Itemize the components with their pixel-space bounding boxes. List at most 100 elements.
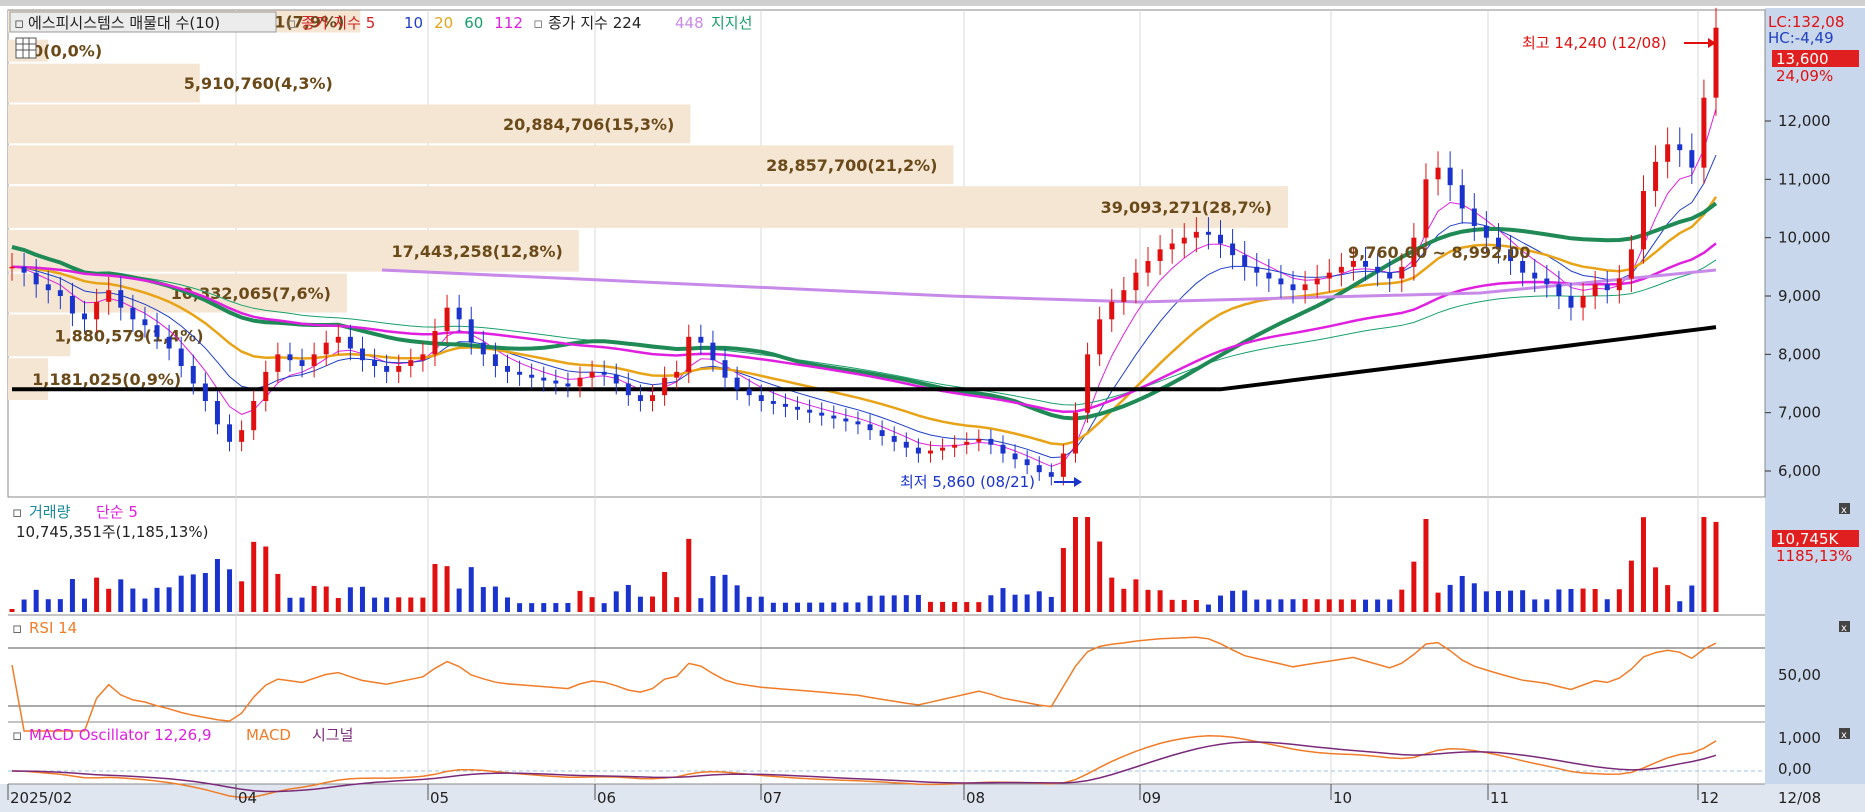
volume-bar <box>1302 599 1308 612</box>
volume-bar <box>686 538 692 612</box>
candle-body <box>480 342 486 355</box>
candle-body <box>1205 231 1211 235</box>
volume-bar <box>1109 577 1115 612</box>
volume-bar <box>1121 588 1127 612</box>
candle-body <box>311 354 317 366</box>
ma2-label[interactable]: 종가 지수 224 <box>548 14 641 32</box>
volume-bar <box>758 596 764 612</box>
volume-profile-label: 28,857,700(21,2%) <box>766 156 937 175</box>
volume-bar <box>1423 519 1429 612</box>
candle-body <box>359 348 365 361</box>
candle-body <box>843 418 849 422</box>
candle-body <box>686 336 692 372</box>
candle-body <box>1218 234 1224 244</box>
volume-bar <box>492 586 498 612</box>
volume-bar <box>45 599 51 612</box>
volume-bar <box>504 597 510 612</box>
candle-body <box>1266 272 1272 279</box>
candle-body <box>154 325 160 337</box>
candle-body <box>1145 261 1151 273</box>
macd-tick-1: 1,000 <box>1778 729 1821 747</box>
volume-bar <box>1435 592 1441 612</box>
candle-body <box>855 421 861 425</box>
volume-bar <box>384 597 390 612</box>
candle-body <box>589 371 595 378</box>
volume-profile-bar <box>8 63 200 103</box>
candle-body <box>1157 249 1163 261</box>
ma-period-0: 10 <box>404 14 423 32</box>
volume-bar <box>1350 599 1356 612</box>
volume-profile-label: 39,093,271(28,7%) <box>1101 198 1272 217</box>
volume-bar <box>1447 584 1453 612</box>
volume-bar <box>795 602 801 612</box>
volume-bar <box>1653 567 1659 612</box>
candle-body <box>1544 278 1550 285</box>
volume-bar <box>1665 585 1671 612</box>
volume-bar <box>396 597 402 612</box>
volume-bar <box>1399 589 1405 612</box>
volume-bar <box>1363 599 1369 612</box>
volume-profile-label: 5,910,760(4,3%) <box>184 74 333 93</box>
volume-bar <box>372 597 378 612</box>
volume-bar <box>589 597 595 612</box>
candle-body <box>976 438 982 442</box>
candle-body <box>541 377 547 381</box>
volume-bar <box>21 599 27 612</box>
volume-title: 거래량 <box>29 503 71 521</box>
candle-body <box>1520 261 1526 273</box>
volume-bar <box>1568 589 1574 612</box>
candle-body <box>867 424 873 431</box>
candle-body <box>734 377 740 390</box>
volume-bar <box>1556 589 1562 612</box>
volume-bar <box>553 603 559 612</box>
candle-body <box>420 354 426 361</box>
volume-bar <box>311 585 317 612</box>
grid-icon[interactable] <box>15 37 37 59</box>
candle-body <box>662 377 668 396</box>
candle-body <box>1556 284 1562 296</box>
candle-body <box>722 360 728 378</box>
volume-bar <box>650 596 656 612</box>
candle-body <box>710 342 716 361</box>
candle-body <box>637 395 643 401</box>
volume-bar <box>1616 589 1622 612</box>
candle-body <box>1278 278 1284 285</box>
volume-bar <box>662 572 668 612</box>
candle-body <box>1326 272 1332 279</box>
x-axis-label: 04 <box>238 789 257 807</box>
legend-bullet-3: ▫ <box>533 14 543 32</box>
x-axis-label: 10 <box>1333 789 1352 807</box>
volume-profile-label: 0(0,0%) <box>32 42 102 61</box>
candle-body <box>1713 27 1719 98</box>
support-label: 지지선 <box>711 14 752 32</box>
candle-body <box>770 401 776 404</box>
volume-bar <box>275 573 281 612</box>
high-annotation: 최고 14,240 (12/08) <box>1522 34 1667 52</box>
volume-bar <box>1242 590 1248 612</box>
candle-body <box>952 444 958 448</box>
volume-bar <box>517 603 523 612</box>
volume-bar <box>456 588 462 612</box>
price-tick-label: 8,000 <box>1778 345 1821 363</box>
candle-body <box>239 430 245 442</box>
volume-bar <box>831 602 837 612</box>
candle-body <box>347 336 353 349</box>
candle-body <box>1193 231 1199 238</box>
volume-profile-label: 20,884,706(15,3%) <box>503 115 674 134</box>
candle-body <box>1435 167 1441 180</box>
candle-body <box>408 360 414 366</box>
volume-bar <box>1387 599 1393 612</box>
candle-body <box>517 371 523 375</box>
volume-bar <box>613 591 619 612</box>
macd-tick-2: 0,00 <box>1778 760 1811 778</box>
candle-body <box>275 354 281 372</box>
candle-body <box>1689 150 1695 168</box>
candle-body <box>1447 167 1453 186</box>
volume-bar <box>118 579 124 612</box>
volume-bar <box>915 594 921 612</box>
candle-body <box>1000 444 1006 454</box>
ma-label[interactable]: 종가 지수 5 <box>301 14 375 32</box>
volume-bar <box>227 569 233 612</box>
candle-body <box>1242 255 1248 267</box>
candle-body <box>650 395 656 401</box>
